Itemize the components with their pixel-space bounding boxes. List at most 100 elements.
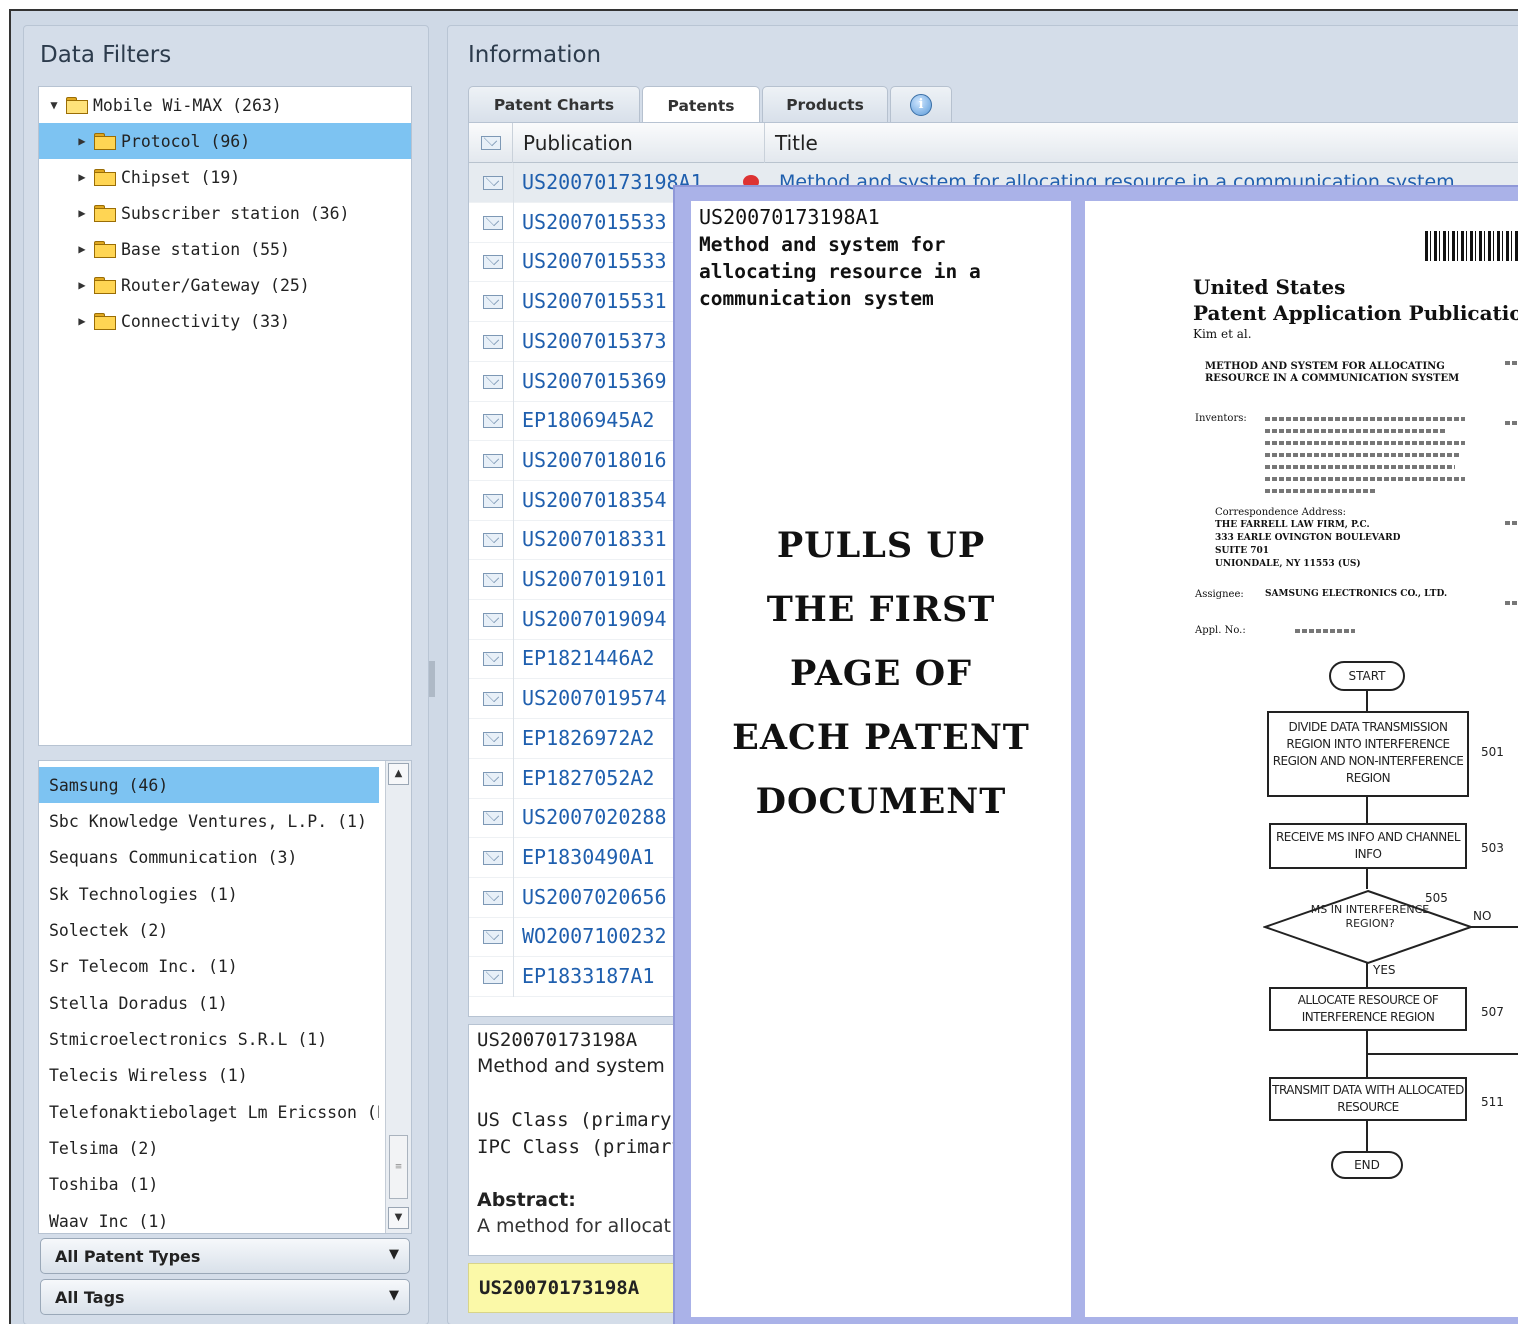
mail-icon[interactable] — [483, 533, 503, 548]
mail-icon[interactable] — [483, 811, 503, 826]
collapsed-arrow-icon[interactable]: ▶ — [75, 206, 89, 220]
publication-link[interactable]: US2007015373 — [522, 329, 667, 353]
company-item[interactable]: Sequans Communication (3) — [39, 839, 379, 875]
collapsed-arrow-icon[interactable]: ▶ — [75, 278, 89, 292]
flow-ref: 507 — [1481, 1005, 1504, 1019]
publication-link[interactable]: US2007019574 — [522, 686, 667, 710]
detail-ipc-class: IPC Class (primary — [477, 1136, 683, 1158]
mail-icon[interactable] — [483, 573, 503, 587]
tab-patent-charts[interactable]: Patent Charts — [468, 86, 640, 122]
mail-icon[interactable] — [483, 850, 503, 865]
mail-icon[interactable] — [483, 176, 503, 190]
publication-link[interactable]: EP1830490A1 — [522, 845, 654, 869]
company-item[interactable]: Waav Inc (1) — [39, 1203, 379, 1233]
publication-link[interactable]: EP1833187A1 — [522, 964, 654, 988]
header-title[interactable]: Title — [765, 123, 1518, 163]
company-item[interactable]: Sr Telecom Inc. (1) — [39, 948, 379, 984]
callout-line: EACH PATENT — [732, 717, 1030, 758]
patent-types-dropdown[interactable]: All Patent Types ▼ — [40, 1238, 410, 1274]
header-mail-column[interactable] — [469, 123, 513, 163]
publication-link[interactable]: US2007015533 — [522, 210, 667, 234]
tree-item-subscriber-station[interactable]: ▶ Subscriber station (36) — [39, 195, 411, 231]
company-item[interactable]: Stmicroelectronics S.R.L (1) — [39, 1021, 379, 1057]
publication-link[interactable]: EP1826972A2 — [522, 726, 654, 750]
publication-link[interactable]: US2007019094 — [522, 607, 667, 631]
callout-line: THE FIRST — [766, 589, 996, 630]
tree-label: Subscriber station (36) — [121, 203, 350, 223]
folder-icon — [94, 277, 116, 294]
company-item[interactable]: Solectek (2) — [39, 912, 379, 948]
mail-icon[interactable] — [483, 652, 503, 667]
collapsed-arrow-icon[interactable]: ▶ — [75, 170, 89, 184]
mail-icon[interactable] — [483, 731, 503, 746]
mail-icon[interactable] — [483, 930, 503, 945]
header-publication[interactable]: Publication — [513, 123, 765, 163]
publication-link[interactable]: US2007018331 — [522, 527, 667, 551]
mail-icon[interactable] — [483, 890, 503, 905]
mail-icon[interactable] — [483, 692, 503, 707]
flow-step-501: DIVIDE DATA TRANSMISSION REGION INTO INT… — [1267, 711, 1469, 797]
tree-label: Connectivity (33) — [121, 311, 290, 331]
flow-ref: 511 — [1481, 1095, 1504, 1109]
preview-description: Method and system for allocating resourc… — [699, 233, 981, 310]
company-item[interactable]: Telefonaktiebolaget Lm Ericsson (P — [39, 1094, 379, 1130]
publication-link[interactable]: EP1806945A2 — [522, 408, 654, 432]
doc-inventors-label: Inventors: — [1195, 413, 1247, 424]
collapsed-arrow-icon[interactable]: ▶ — [75, 134, 89, 148]
publication-link[interactable]: WO2007100232 — [522, 924, 667, 948]
mail-icon[interactable] — [483, 255, 503, 270]
publication-link[interactable]: US2007018354 — [522, 488, 667, 512]
tab-info[interactable]: i — [890, 86, 952, 122]
tags-dropdown[interactable]: All Tags ▼ — [40, 1279, 410, 1315]
company-item[interactable]: Telecis Wireless (1) — [39, 1057, 379, 1093]
collapsed-arrow-icon[interactable]: ▶ — [75, 314, 89, 328]
mail-icon[interactable] — [483, 414, 503, 429]
publication-link[interactable]: US2007015531 — [522, 289, 667, 313]
callout-line: DOCUMENT — [755, 781, 1007, 822]
scroll-down-icon[interactable]: ▼ — [388, 1207, 409, 1229]
flow-yes-label: YES — [1373, 963, 1396, 977]
tree-root[interactable]: ▼ Mobile Wi-MAX (263) — [39, 87, 411, 123]
tree-item-router-gateway[interactable]: ▶ Router/Gateway (25) — [39, 267, 411, 303]
mail-icon[interactable] — [483, 374, 503, 389]
publication-link[interactable]: EP1821446A2 — [522, 646, 654, 670]
mail-icon[interactable] — [483, 970, 503, 984]
scroll-thumb[interactable]: ≡ — [389, 1135, 408, 1199]
mail-icon[interactable] — [483, 493, 503, 508]
publication-link[interactable]: US2007015533 — [522, 249, 667, 273]
company-item[interactable]: Sk Technologies (1) — [39, 876, 379, 912]
company-item[interactable]: Toshiba (1) — [39, 1166, 379, 1202]
company-item[interactable]: Stella Doradus (1) — [39, 985, 379, 1021]
tree-label: Router/Gateway (25) — [121, 275, 310, 295]
mail-icon[interactable] — [483, 771, 503, 786]
tree-item-protocol[interactable]: ▶ Protocol (96) — [39, 123, 411, 159]
mail-icon[interactable] — [483, 334, 503, 349]
tree-item-connectivity[interactable]: ▶ Connectivity (33) — [39, 303, 411, 339]
publication-link[interactable]: US2007015369 — [522, 369, 667, 393]
publication-link[interactable]: US2007020656 — [522, 885, 667, 909]
publication-link[interactable]: US2007020288 — [522, 805, 667, 829]
panel-splitter-handle[interactable] — [429, 661, 435, 697]
folder-icon — [94, 169, 116, 186]
company-item[interactable]: Telsima (2) — [39, 1130, 379, 1166]
detail-abstract-text: A method for allocat — [477, 1215, 671, 1237]
mail-icon[interactable] — [483, 295, 503, 310]
company-item[interactable]: Samsung (46) — [39, 767, 379, 803]
tree-item-chipset[interactable]: ▶ Chipset (19) — [39, 159, 411, 195]
publication-link[interactable]: EP1827052A2 — [522, 766, 654, 790]
callout-line: PULLS UP — [776, 525, 986, 566]
tab-products[interactable]: Products — [762, 86, 888, 122]
scroll-up-icon[interactable]: ▲ — [388, 763, 409, 785]
expanded-arrow-icon[interactable]: ▼ — [47, 98, 61, 112]
tab-patents[interactable]: Patents — [642, 86, 760, 124]
collapsed-arrow-icon[interactable]: ▶ — [75, 242, 89, 256]
publication-link[interactable]: US2007018016 — [522, 448, 667, 472]
doc-appl-label: Appl. No.: — [1195, 625, 1246, 636]
company-list-scrollbar[interactable]: ▲ ≡ ▼ — [385, 761, 411, 1233]
mail-icon[interactable] — [483, 453, 503, 468]
publication-link[interactable]: US2007019101 — [522, 567, 667, 591]
mail-icon[interactable] — [483, 215, 503, 230]
company-item[interactable]: Sbc Knowledge Ventures, L.P. (1) — [39, 803, 379, 839]
tree-item-base-station[interactable]: ▶ Base station (55) — [39, 231, 411, 267]
mail-icon[interactable] — [483, 612, 503, 627]
